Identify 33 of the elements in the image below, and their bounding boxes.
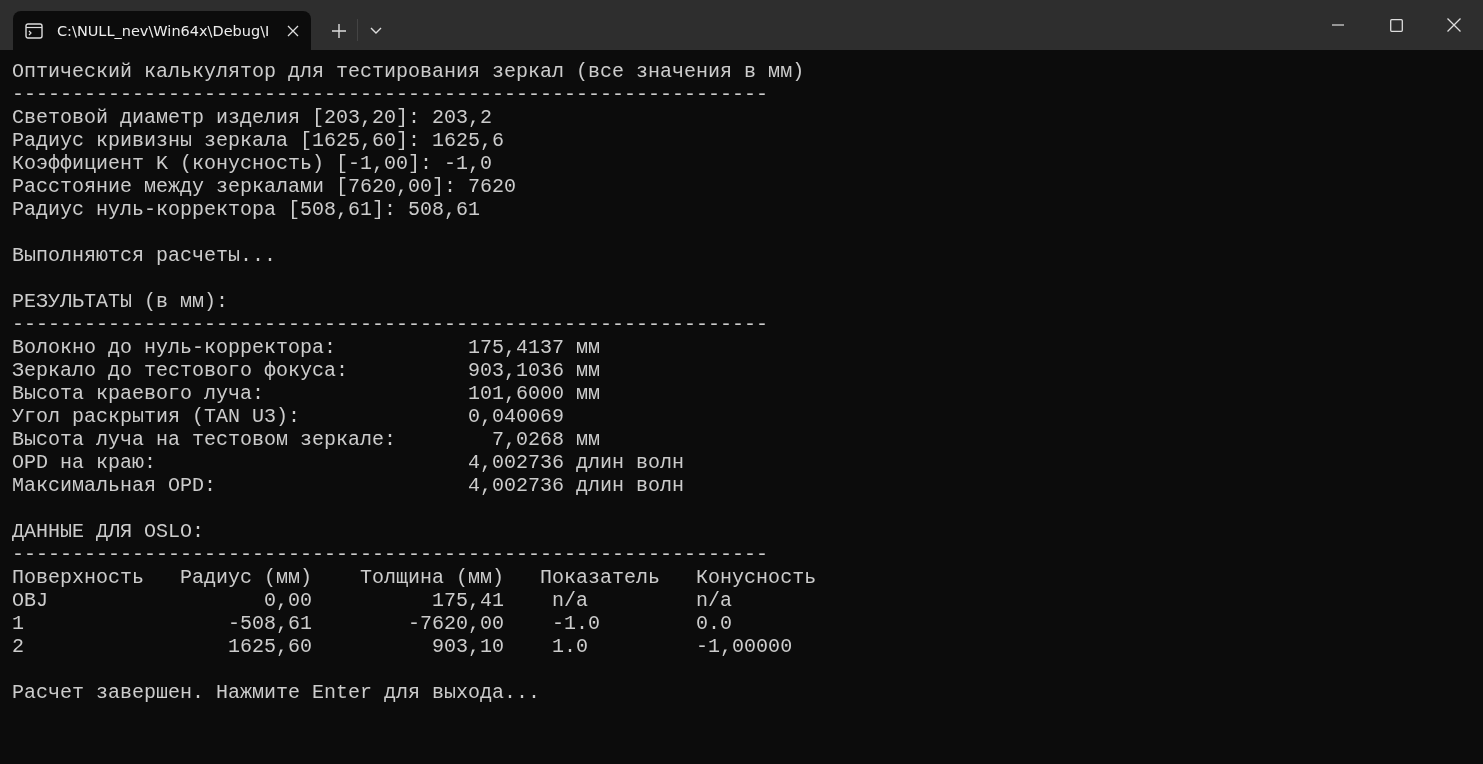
terminal-tab[interactable]: C:\NULL_nev\Win64x\Debug\I: [13, 11, 311, 50]
console-line: ---------------------------------------------------------------: [12, 543, 769, 566]
console-line: Высота луча на тестовом зеркале: 7,0268 мм: [12, 428, 601, 451]
console-line: Расчет завершен. Нажмите Enter для выхода...: [12, 681, 541, 704]
close-tab-icon[interactable]: [287, 24, 299, 37]
console-line: ---------------------------------------------------------------: [12, 83, 769, 106]
console-line: 2 1625,60 903,10 1.0 -1,00000: [12, 635, 793, 658]
maximize-icon: [1389, 18, 1403, 32]
console-line: Выполняются расчеты...: [12, 244, 277, 267]
console-line: Максимальная OPD: 4,002736 длин волн: [12, 474, 685, 497]
minimize-icon: [1332, 24, 1344, 26]
tab-title: C:\NULL_nev\Win64x\Debug\I: [57, 22, 271, 39]
console-line: Волокно до нуль-корректора: 175,4137 мм: [12, 336, 601, 359]
console-line: Оптический калькулятор для тестирования зеркал (все значения в мм): [12, 60, 805, 83]
console-line: Высота краевого луча: 101,6000 мм: [12, 382, 601, 405]
console-line: Радиус нуль-корректора [508,61]: 508,61: [12, 198, 481, 221]
console-line: ---------------------------------------------------------------: [12, 313, 769, 336]
console-line: Коэффициент K (конусность) [-1,00]: -1,0: [12, 152, 493, 175]
caret-icon: [370, 26, 382, 35]
console-line: Поверхность Радиус (мм) Толщина (мм) Показатель Конусность: [12, 566, 817, 589]
close-icon: [1447, 18, 1461, 32]
console-line: Угол раскрытия (TAN U3): 0,040069: [12, 405, 565, 428]
console-line: OBJ 0,00 175,41 n/a n/a: [12, 589, 733, 612]
console-line: ДАННЫЕ ДЛЯ OSLO:: [12, 520, 205, 543]
console-icon: [25, 22, 43, 39]
console-line: Зеркало до тестового фокуса: 903,1036 мм: [12, 359, 601, 382]
console-line: Световой диаметр изделия [203,20]: 203,2: [12, 106, 493, 129]
console-line: Расстояние между зеркалами [7620,00]: 7620: [12, 175, 517, 198]
console-line: 1 -508,61 -7620,00 -1.0 0.0: [12, 612, 733, 635]
console-line: РЕЗУЛЬТАТЫ (в мм):: [12, 290, 229, 313]
plus-icon: [332, 23, 346, 38]
console-line: Радиус кривизны зеркала [1625,60]: 1625,6: [12, 129, 505, 152]
console-line: OPD на краю: 4,002736 длин волн: [12, 451, 685, 474]
